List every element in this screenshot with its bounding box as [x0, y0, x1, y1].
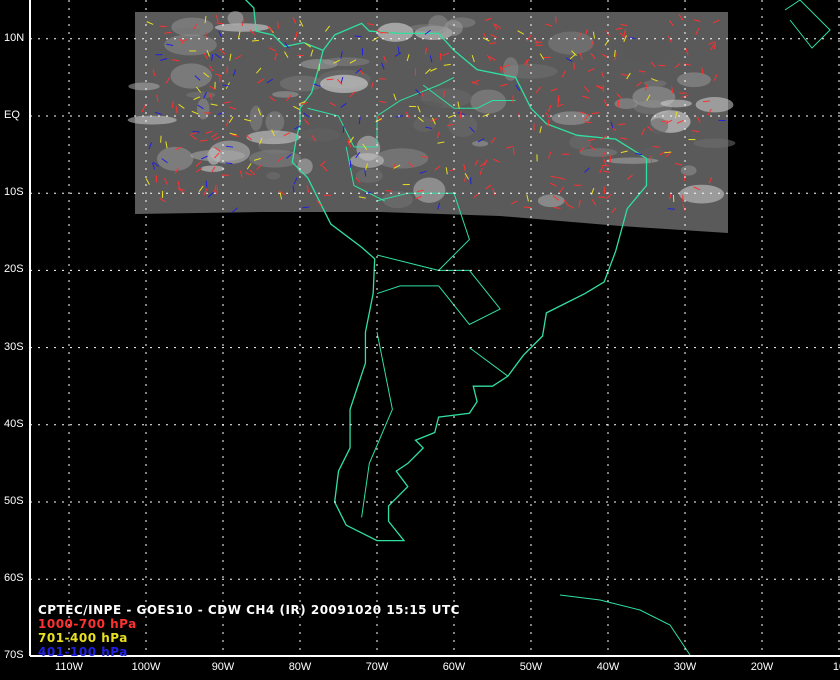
- cloud-patch: [402, 101, 443, 110]
- cloud-patch: [548, 31, 594, 55]
- wind-barb: [652, 146, 660, 148]
- lon-label: 40W: [596, 661, 620, 673]
- africa-coastline: [784, 0, 831, 49]
- cloud-patch: [579, 148, 618, 157]
- wind-barb: [628, 37, 636, 39]
- cloud-patch: [320, 74, 368, 94]
- map-canvas: [29, 0, 840, 657]
- wind-barb: [555, 16, 557, 24]
- cloud-patch: [265, 111, 285, 133]
- wind-barb: [354, 35, 362, 38]
- cloud-patch: [413, 117, 436, 132]
- cloud-patch: [677, 72, 711, 88]
- wind-barb: [443, 90, 445, 98]
- lat-label: 10N: [4, 31, 25, 44]
- cloud-patch: [190, 149, 245, 162]
- map-title: CPTEC/INPE - GOES10 - CDW CH4 (IR) 20091…: [38, 603, 460, 617]
- cloud-patch: [695, 96, 734, 113]
- cloud-patch: [448, 114, 478, 138]
- cloud-patch: [355, 168, 383, 183]
- cloud-patch: [660, 99, 692, 108]
- cloud-patch: [649, 118, 669, 134]
- cloud-patch: [128, 82, 160, 91]
- lat-label: 60S: [4, 572, 24, 585]
- cloud-patch: [227, 11, 244, 26]
- wind-barb: [523, 206, 531, 209]
- cloud-patch: [693, 138, 736, 148]
- country-border: [438, 269, 501, 326]
- cloud-patch: [272, 91, 299, 98]
- antarctic-peninsula-coast: [559, 594, 691, 656]
- wind-barb: [226, 66, 228, 74]
- cloud-patch: [175, 27, 201, 35]
- country-border: [376, 285, 439, 295]
- cloud-patch: [266, 171, 281, 180]
- cloud-patch: [279, 75, 324, 92]
- wind-barb: [326, 78, 334, 81]
- lat-label: 70S: [4, 649, 24, 662]
- cloud-patch: [249, 105, 263, 131]
- lat-label: 30S: [4, 340, 24, 353]
- wind-barb: [216, 187, 218, 195]
- cloud-patch: [472, 140, 489, 147]
- cloud-patch: [605, 157, 659, 164]
- cloud-patch: [680, 165, 697, 176]
- lon-label: 30W: [673, 661, 697, 673]
- cloud-patch: [679, 184, 725, 204]
- cloud-patch: [375, 148, 429, 169]
- wind-barb: [342, 125, 345, 133]
- wind-barb: [200, 139, 208, 142]
- cloud-patch: [127, 115, 177, 125]
- wind-barb: [420, 156, 428, 158]
- lon-label: 90W: [211, 661, 235, 673]
- wind-barb: [251, 39, 259, 42]
- lon-label: 20W: [750, 661, 774, 673]
- lon-label: 110W: [55, 661, 83, 673]
- wind-barb: [547, 119, 550, 127]
- lat-label: 40S: [4, 417, 24, 430]
- lon-label: 80W: [288, 661, 312, 673]
- legend-low-level: 1000-700 hPa: [38, 617, 137, 631]
- lat-label: 10S: [4, 186, 24, 199]
- legend-high-level: 401-100 hPa: [38, 645, 128, 659]
- wind-barb: [702, 100, 710, 103]
- cloud-patch: [643, 79, 667, 87]
- wind-barb: [667, 208, 675, 210]
- lon-label: 70W: [365, 661, 389, 673]
- lat-label: EQ: [4, 109, 20, 121]
- lon-label: 60W: [442, 661, 466, 673]
- cloud-patch: [622, 36, 672, 63]
- country-border: [469, 347, 509, 377]
- lon-label: 100W: [131, 661, 161, 673]
- cloud-patch: [299, 128, 340, 142]
- cloud-patch: [470, 89, 507, 114]
- lon-label: 10: [832, 661, 840, 673]
- legend-mid-level: 701-400 hPa: [38, 631, 128, 645]
- lat-label: 50S: [4, 495, 24, 507]
- cloud-patch: [537, 194, 565, 208]
- wind-barb: [385, 190, 393, 192]
- lon-label: 50W: [519, 661, 543, 673]
- satellite-wind-map: 10N EQ 10S 20S 30S 40S 50S 60S 70S 110W 100W 90W 80…: [0, 0, 840, 680]
- wind-barb: [650, 155, 653, 163]
- lat-label: 20S: [4, 263, 24, 276]
- wind-barb: [512, 147, 515, 155]
- cloud-patch: [413, 177, 446, 203]
- cloud-patch: [170, 63, 212, 89]
- cloud-patch: [443, 20, 463, 36]
